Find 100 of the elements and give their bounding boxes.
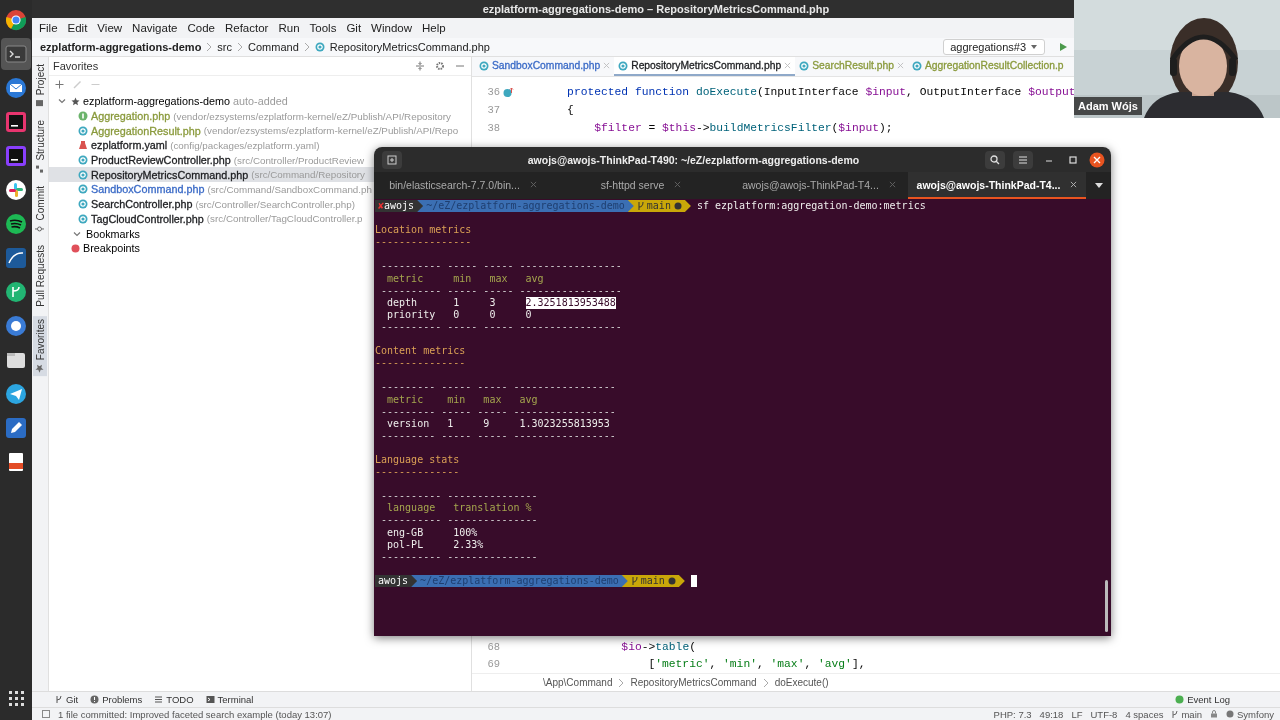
menu-item[interactable]: Navigate <box>127 22 183 34</box>
branch-icon <box>1171 709 1179 719</box>
tool-window-button[interactable]: Event Log <box>1175 694 1230 705</box>
terminal-line: ---------- --------------- <box>381 490 538 503</box>
scrollbar[interactable] <box>1105 580 1108 632</box>
status-item[interactable]: UTF-8 <box>1090 708 1118 720</box>
breadcrumb[interactable]: RepositoryMetricsCommand <box>630 677 757 688</box>
file-path: (src/Controller/TagCloudController.p <box>206 213 363 225</box>
branch-icon <box>636 201 644 211</box>
status-item[interactable]: LF <box>1071 708 1083 720</box>
terminal-tab[interactable]: bin/elasticsearch-7.7.0/bin... <box>374 172 552 199</box>
menu-button[interactable] <box>1013 150 1033 169</box>
file-icon <box>78 199 88 210</box>
file-path: (config/packages/ezplatform.yaml) <box>170 139 320 151</box>
close-icon[interactable] <box>888 181 896 188</box>
status-item[interactable]: Symfony <box>1226 708 1274 720</box>
breadcrumb[interactable]: doExecute() <box>774 677 829 688</box>
terminal-line: ---------- ----- ----- ----------------- <box>381 260 622 273</box>
add-icon[interactable] <box>55 80 64 89</box>
run-icon[interactable] <box>1058 42 1068 52</box>
menu-item[interactable]: Window <box>366 22 417 34</box>
status-item[interactable]: PHP: 7.3 <box>993 708 1032 720</box>
line-number: 37 <box>486 104 500 116</box>
file-name[interactable]: ProductReviewController.php <box>91 154 231 167</box>
prompt-user: awojs <box>375 574 418 587</box>
override-icon[interactable] <box>502 86 514 98</box>
status-item[interactable]: 49:18 <box>1039 708 1064 720</box>
settings-icon[interactable] <box>435 61 445 71</box>
tool-window-tab[interactable]: Project <box>33 61 47 112</box>
chevron-icon <box>237 42 244 52</box>
menu-item[interactable]: Help <box>417 22 451 34</box>
editor-tab[interactable]: RepositoryMetricsCommand.php <box>614 57 796 76</box>
chevron-icon[interactable] <box>73 229 81 238</box>
chevron-icon <box>762 677 769 688</box>
terminal-line: --------- ----- ----- ----------------- <box>381 405 616 418</box>
lock-icon[interactable] <box>1210 710 1219 718</box>
tool-window-tab[interactable]: Pull Requests <box>33 242 47 310</box>
menu-item[interactable]: View <box>92 22 128 34</box>
menu-item[interactable]: Edit <box>62 22 93 34</box>
file-name[interactable]: SearchController.php <box>91 198 193 211</box>
tool-window-button[interactable]: Problems <box>90 694 143 705</box>
terminal-tab[interactable]: sf-httpd serve <box>552 172 730 199</box>
line-number: 69 <box>486 658 500 671</box>
terminal-tab[interactable]: awojs@awojs-ThinkPad-T4... <box>908 172 1086 199</box>
terminal-line: metric min max avg <box>387 272 544 285</box>
close-button[interactable] <box>1089 151 1105 168</box>
breadcrumb[interactable]: src <box>217 41 233 53</box>
close-icon[interactable] <box>529 181 537 188</box>
menu-item[interactable]: Git <box>341 22 367 34</box>
terminal-line: pol-PL 2.33% <box>387 538 484 551</box>
prompt-path: ~/eZ/ezplatform-aggregations-demo <box>411 574 628 587</box>
menu-item[interactable]: Refactor <box>219 22 274 34</box>
menu-icon <box>1018 154 1028 165</box>
breadcrumb[interactable]: \App\Command <box>543 677 613 688</box>
code-line: $filter = $this->buildMetricsFilter($input); <box>593 122 893 134</box>
chevron-icon[interactable] <box>58 97 66 106</box>
status-item[interactable]: main <box>1171 708 1203 720</box>
tool-window-tab[interactable]: Favorites <box>33 315 47 376</box>
terminal-tab[interactable]: awojs@awojs-ThinkPad-T4... <box>730 172 908 199</box>
run-config-dropdown[interactable]: aggregations#3 <box>943 39 1045 55</box>
new-tab-button[interactable] <box>382 150 402 169</box>
maximize-icon <box>1068 154 1078 165</box>
menu-item[interactable]: File <box>34 22 63 34</box>
tree-item[interactable]: ezplatform-aggregations-demo <box>83 95 231 108</box>
menu-item[interactable]: Tools <box>304 22 342 34</box>
event-log-icon <box>1175 695 1185 704</box>
breadcrumb[interactable]: ezplatform-aggregations-demo <box>40 41 202 53</box>
breadcrumb[interactable]: RepositoryMetricsCommand.php <box>329 41 490 53</box>
menu-item[interactable]: Code <box>182 22 220 34</box>
collapse-icon[interactable] <box>415 61 425 71</box>
tool-window-tab[interactable]: Structure <box>33 117 47 177</box>
prompt-branch: main <box>627 200 691 212</box>
terminal-line: ---------- --------------- <box>381 514 538 527</box>
status-item[interactable]: 4 spaces <box>1125 708 1164 720</box>
new-tab-icon <box>387 154 397 165</box>
file-icon <box>912 60 922 71</box>
dropdown-icon[interactable] <box>1094 182 1103 189</box>
file-name[interactable]: ezplatform.yaml <box>91 139 168 152</box>
checkbox-icon[interactable] <box>42 710 50 718</box>
warning-icon <box>90 695 100 704</box>
terminal-line: ---------- ----- ----- ----------------- <box>381 320 622 334</box>
close-icon[interactable] <box>674 181 682 188</box>
branch-icon <box>630 575 638 586</box>
tree-item[interactable]: Bookmarks <box>86 227 140 240</box>
tool-window-button[interactable]: Git <box>54 694 79 705</box>
tool-window-tab[interactable]: Commit <box>33 182 47 237</box>
prompt-user: ✘awojs <box>375 200 424 212</box>
file-name[interactable]: RepositoryMetricsCommand.php <box>91 168 249 181</box>
tool-window-button[interactable]: TODO <box>154 694 194 705</box>
chevron-icon <box>206 42 213 52</box>
close-icon[interactable] <box>1070 181 1078 188</box>
file-name[interactable]: SandboxCommand.php <box>91 183 205 196</box>
editor-tab[interactable]: SandboxCommand.php <box>475 57 615 76</box>
menu-item[interactable]: Run <box>273 22 305 34</box>
search-button[interactable] <box>985 150 1005 169</box>
breadcrumb[interactable]: Command <box>248 41 299 53</box>
tool-window-button[interactable]: Terminal <box>205 694 254 705</box>
tree-item[interactable]: Breakpoints <box>83 242 141 255</box>
search-icon <box>990 154 1000 165</box>
file-name[interactable]: TagCloudController.php <box>91 212 204 225</box>
